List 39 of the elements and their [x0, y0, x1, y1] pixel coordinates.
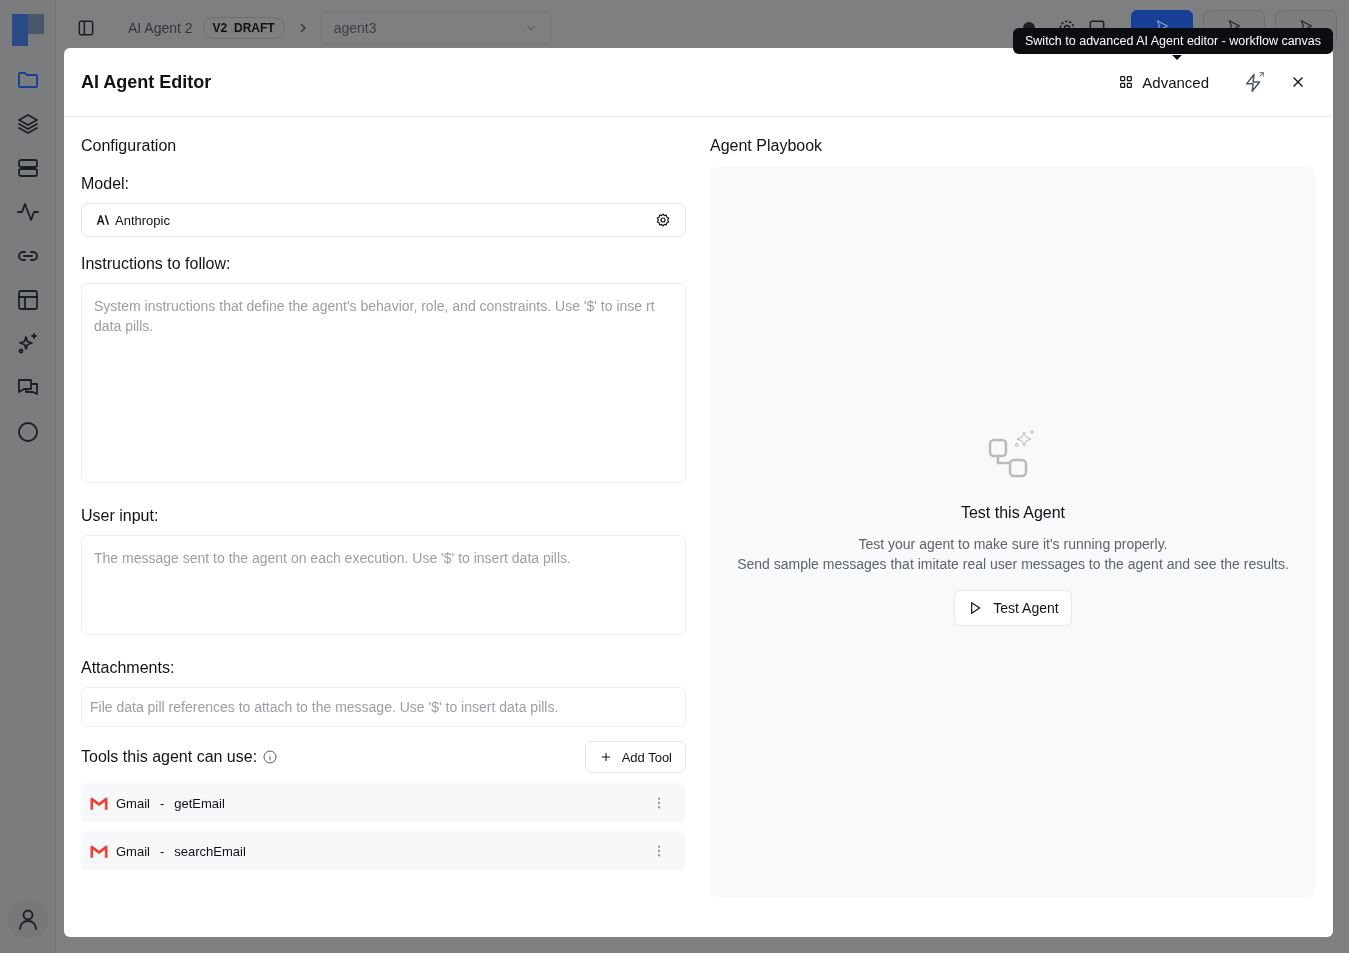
- section-heading: Agent Playbook: [710, 137, 824, 155]
- tooltip: Switch to advanced AI Agent editor - workflow canvas: [1013, 28, 1333, 54]
- field-label: User input:: [81, 507, 160, 525]
- model-name: Anthropic: [115, 212, 170, 228]
- more-icon[interactable]: [656, 844, 662, 858]
- user-input-field[interactable]: The message sent to the agent on each execution. Use '$' to insert data pills.: [81, 535, 686, 635]
- field-label: Instructions to follow:: [81, 255, 232, 273]
- tool-app: Gmail: [116, 843, 150, 859]
- tool-item[interactable]: Gmail - searchEmail: [81, 831, 686, 871]
- model-select[interactable]: Anthropic: [81, 203, 686, 237]
- empty-state-text: Test your agent to make sure it's running properly.: [858, 535, 1168, 554]
- empty-state-text: Send sample messages that imitate real user messages to the agent and see the results.: [737, 555, 1289, 574]
- mail-icon: [90, 843, 108, 859]
- tool-action: getEmail: [174, 795, 225, 811]
- logo-icon: [11, 14, 44, 46]
- test-agent-button[interactable]: Test Agent: [954, 590, 1072, 626]
- user-icon[interactable]: [7, 899, 48, 939]
- tool-item[interactable]: Gmail - getEmail: [81, 783, 686, 823]
- instructions-field[interactable]: System instructions that define the agent's behavior, role, and constraints. Use '$' to inse rt data pills.: [81, 283, 686, 483]
- field-label: Model:: [81, 175, 131, 193]
- logo-icon: [96, 215, 110, 225]
- tool-app: Gmail: [116, 795, 150, 811]
- field-label: Attachments:: [81, 659, 176, 677]
- attachments-field[interactable]: File data pill references to attach to the message. Use '$' to insert data pills.: [81, 687, 686, 727]
- dialog-title: AI Agent Editor: [81, 71, 212, 93]
- info-icon[interactable]: [262, 749, 279, 765]
- settings-icon[interactable]: [655, 212, 671, 228]
- field-label: Tools this agent can use:: [81, 748, 258, 766]
- add-tool-button[interactable]: Add Tool: [584, 741, 686, 773]
- separator: -: [159, 843, 165, 859]
- separator: -: [159, 795, 165, 811]
- advanced-button[interactable]: Advanced: [1112, 72, 1215, 92]
- tool-action: searchEmail: [174, 843, 246, 859]
- grid-icon: [1118, 74, 1135, 90]
- more-icon[interactable]: [656, 796, 662, 810]
- empty-state-title: Test this Agent: [960, 504, 1066, 522]
- mail-icon: [90, 795, 108, 811]
- tooltip-arrow-icon: [1172, 55, 1182, 60]
- section-heading: Configuration: [81, 137, 178, 155]
